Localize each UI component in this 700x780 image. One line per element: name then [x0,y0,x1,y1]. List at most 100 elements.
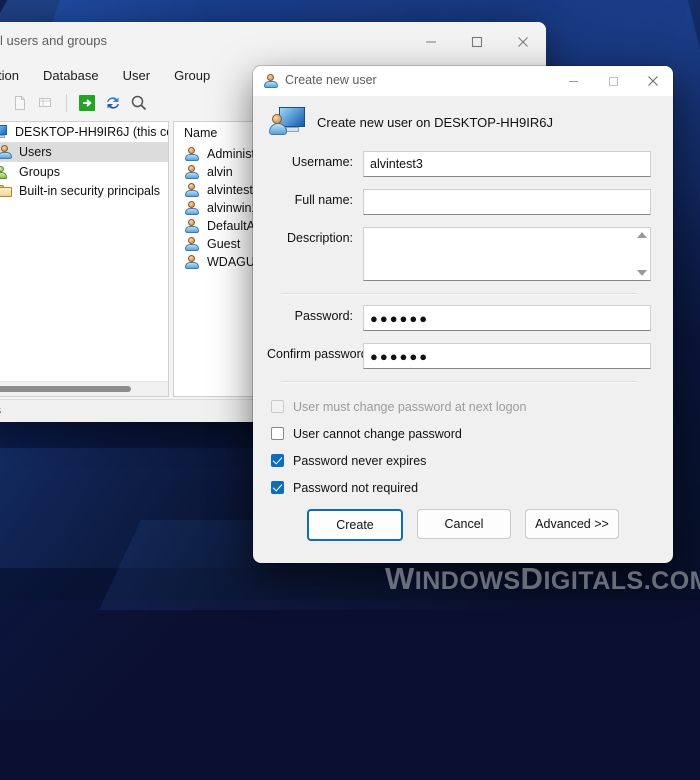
dialog-titlebar: Create new user [253,66,673,97]
menu-item-action[interactable]: tion [0,66,31,85]
checkbox-group: User must change password at next logon … [253,393,673,501]
dialog-form: Username: alvintest3 Full name: Descript… [253,145,673,383]
checkbox-row-password-never-expires[interactable]: Password never expires [253,447,673,474]
tree-item-label: DESKTOP-HH9IR6J (this compute [15,125,168,139]
window-title: l users and groups [0,33,107,48]
list-item-label: alvin [207,165,233,179]
fullname-input[interactable] [363,189,651,215]
checkbox-password-never-expires[interactable] [271,454,284,467]
user-icon [0,144,13,160]
menu-item-group[interactable]: Group [162,66,222,85]
form-divider [281,293,637,295]
tree-item-users[interactable]: Users [0,142,168,162]
dialog-header-text: Create new user on DESKTOP-HH9IR6J [317,114,554,130]
user-icon [184,146,200,162]
export-list-icon[interactable] [35,92,57,114]
minimize-icon [568,80,578,82]
user-icon [184,254,200,270]
window-titlebar: l users and groups [0,22,546,62]
page-icon[interactable] [9,92,31,114]
minimize-button[interactable] [408,22,454,62]
user-icon [184,236,200,252]
user-icon [184,200,200,216]
password-input[interactable]: ●●●●●● [363,305,651,331]
user-icon [184,164,200,180]
cancel-button[interactable]: Cancel [417,509,511,539]
password-value: ●●●●●● [370,310,430,326]
username-input[interactable]: alvintest3 [363,151,651,177]
watermark-w: W [385,561,415,596]
username-label: Username: [291,155,353,169]
user-icon [184,182,200,198]
minimize-icon [426,41,436,43]
field-row-username: Username: alvintest3 [267,151,651,177]
maximize-icon [608,76,618,86]
checkbox-label: Password not required [293,480,419,495]
password-label: Password: [294,309,353,323]
field-row-confirm-password: Confirm password: ●●●●●● [267,343,651,369]
checkbox-password-not-required[interactable] [271,481,284,494]
user-icon [184,218,200,234]
description-scrollbar[interactable] [634,229,649,279]
window-controls [408,22,546,62]
dialog-maximize-button[interactable] [593,66,633,96]
watermark-d: D [520,561,544,596]
tree-item-label: Built-in security principals [19,184,161,198]
checkbox-row-password-not-required[interactable]: Password not required [253,474,673,501]
field-row-fullname: Full name: [267,189,651,215]
advanced-button[interactable]: Advanced >> [525,509,619,539]
green-arrow-icon[interactable] [76,92,98,114]
dialog-title: Create new user [285,73,377,87]
maximize-button[interactable] [454,22,500,62]
toolbar-separator [66,94,67,112]
checkbox-row-cannot-change-password[interactable]: User cannot change password [253,420,673,447]
confirm-password-input[interactable]: ●●●●●● [363,343,651,369]
create-new-user-dialog[interactable]: Create new user Create new user on DESKT… [253,66,673,563]
menu-item-database[interactable]: Database [31,66,111,85]
checkbox-must-change-password [271,400,284,413]
maximize-icon [471,36,483,48]
dialog-window-controls [553,66,673,96]
confirm-password-label: Confirm password: [267,347,372,361]
console-tree-pane[interactable]: DESKTOP-HH9IR6J (this compute Users Grou… [0,121,169,397]
refresh-icon[interactable] [102,92,124,114]
scroll-down-icon[interactable] [636,270,647,276]
tree-horizontal-scrollbar[interactable] [0,381,168,396]
checkbox-row-must-change-password: User must change password at next logon [253,393,673,420]
tree-item-computer[interactable]: DESKTOP-HH9IR6J (this compute [0,122,168,142]
scrollbar-thumb[interactable] [0,386,131,392]
create-button[interactable]: Create [307,509,403,541]
field-row-description: Description: [267,227,651,281]
list-item-label: Administ [207,147,255,161]
confirm-password-value: ●●●●●● [370,348,430,364]
scroll-up-icon[interactable] [636,232,647,238]
tree-item-groups[interactable]: Groups [0,162,168,182]
computer-icon [0,124,9,140]
description-label: Description: [287,231,353,245]
tree-item-builtin-security-principals[interactable]: Built-in security principals [0,182,168,200]
fullname-label: Full name: [294,193,353,207]
field-row-password: Password: ●●●●●● [267,305,651,331]
user-icon [263,73,279,89]
list-item-label: alvinwin1 [207,201,259,215]
list-item-label: Guest [207,237,241,251]
watermark: WINDOWSDIGITALS.COM [385,561,700,597]
checkbox-label: User must change password at next logon [293,399,527,414]
search-icon[interactable] [128,92,150,114]
description-textarea[interactable] [363,227,651,281]
close-icon [518,37,528,47]
users-icon [0,164,13,180]
watermark-windows: INDOWS [414,567,521,595]
list-item-label: alvintest2 [207,183,260,197]
menu-item-user[interactable]: User [111,66,162,85]
watermark-digitals: IGITALS.COM [543,567,700,595]
dialog-minimize-button[interactable] [553,66,593,96]
user-computer-icon [269,107,305,137]
dialog-close-button[interactable] [633,66,673,96]
close-button[interactable] [500,22,546,62]
dialog-buttons: Create Cancel Advanced >> [253,509,673,541]
checkbox-cannot-change-password[interactable] [271,427,284,440]
form-divider [281,381,637,383]
tree-item-label: Users [19,145,52,159]
dialog-header: Create new user on DESKTOP-HH9IR6J [253,97,673,145]
